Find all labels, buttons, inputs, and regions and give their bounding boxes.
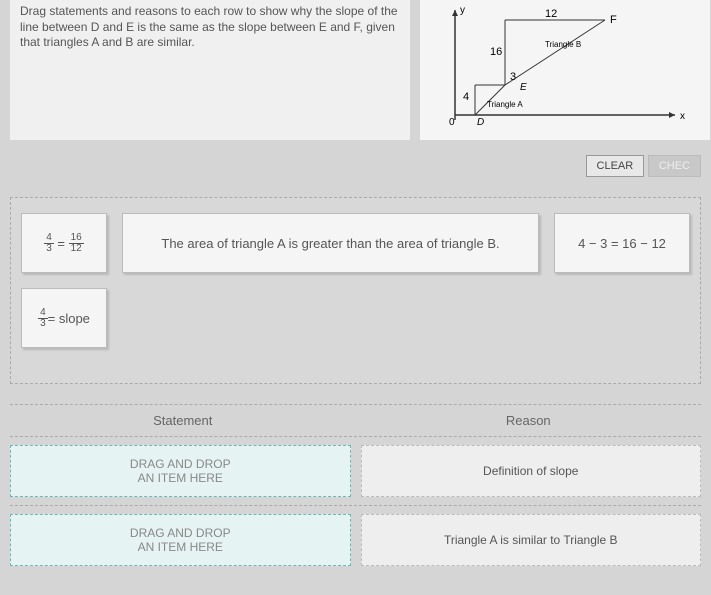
triangle-b-label: Triangle B [545,40,581,49]
num-16: 16 [490,46,502,58]
diagram: y x 12 F 16 3 E 4 D 0 Triangle A Triangl… [420,0,710,140]
tile-area-greater[interactable]: The area of triangle A is greater than t… [122,213,539,273]
reason-cell-2[interactable]: Triangle A is similar to Triangle B [361,514,702,566]
point-e: E [520,82,527,93]
tile-slope[interactable]: 43 = slope [21,288,107,348]
tiles-bank: 43 = 1612 The area of triangle A is grea… [10,197,701,384]
proof-table: Statement Reason DRAG AND DROP AN ITEM H… [10,404,701,574]
origin: 0 [449,117,455,128]
instruction-text: Drag statements and reasons to each row … [10,0,410,140]
x-axis-label: x [680,111,685,122]
clear-button[interactable]: CLEAR [586,155,645,177]
statement-drop-2[interactable]: DRAG AND DROP AN ITEM HERE [10,514,351,566]
tile-fraction-equals[interactable]: 43 = 1612 [21,213,107,273]
check-button[interactable]: CHEC [648,155,701,177]
num-4: 4 [463,91,469,103]
num-12: 12 [545,8,557,20]
reason-header: Reason [356,405,702,436]
tile-subtraction-eq[interactable]: 4 − 3 = 16 − 12 [554,213,690,273]
point-d: D [477,117,484,128]
statement-drop-1[interactable]: DRAG AND DROP AN ITEM HERE [10,445,351,497]
y-axis-label: y [460,5,465,16]
statement-header: Statement [10,405,356,436]
point-f: F [610,14,617,26]
triangle-a-label: Triangle A [487,100,523,109]
num-3: 3 [510,71,516,83]
reason-cell-1[interactable]: Definition of slope [361,445,702,497]
